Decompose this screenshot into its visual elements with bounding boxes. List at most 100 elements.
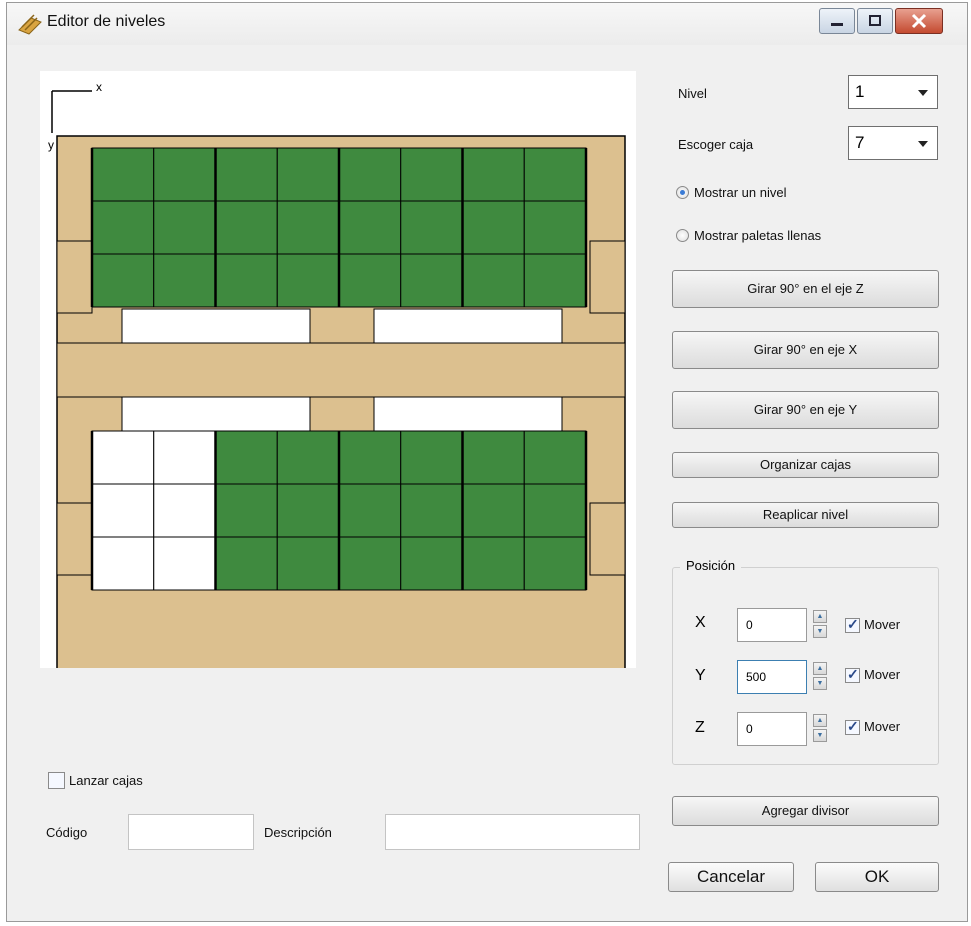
show-full-label: Mostrar paletas llenas	[694, 228, 822, 243]
nivel-value: 1	[855, 82, 865, 101]
minimize-button[interactable]	[819, 8, 855, 34]
top-row-box	[153, 253, 216, 308]
spin-down-icon[interactable]: ▼	[813, 729, 827, 742]
x-spinner[interactable]: ▲ ▼	[813, 610, 827, 640]
z-spinner[interactable]: ▲ ▼	[813, 714, 827, 744]
pallet-gap	[121, 396, 311, 432]
box-select[interactable]: 7	[848, 126, 938, 160]
bottom-row-box	[400, 536, 463, 591]
pallet-block	[56, 240, 93, 314]
add-divider-button[interactable]: Agregar divisor	[672, 796, 939, 826]
top-row-box	[276, 253, 340, 308]
organize-boxes-button[interactable]: Organizar cajas	[672, 452, 939, 478]
x-move-label: Mover	[864, 617, 901, 632]
bottom-row-box	[276, 483, 340, 538]
bottom-row-box	[338, 483, 402, 538]
top-row-box	[523, 200, 587, 255]
top-row-box	[91, 147, 155, 202]
spin-up-icon[interactable]: ▲	[813, 610, 827, 623]
bottom-row-box	[462, 536, 525, 591]
spin-down-icon[interactable]: ▼	[813, 625, 827, 638]
bottom-row-box	[215, 536, 278, 591]
bottom-row-box	[400, 483, 463, 538]
spin-down-icon[interactable]: ▼	[813, 677, 827, 690]
level-canvas[interactable]: x y	[40, 71, 636, 668]
bottom-row-box	[276, 430, 340, 485]
top-row-box	[400, 253, 463, 308]
pallet-block	[589, 502, 626, 576]
pallet-drawing[interactable]: x y	[40, 71, 636, 668]
top-row-box	[338, 253, 402, 308]
bottom-row-box	[91, 483, 155, 538]
box-select-label: Escoger caja	[678, 137, 754, 152]
y-move-label: Mover	[864, 667, 901, 682]
nivel-label: Nivel	[678, 86, 707, 101]
pallet-block	[589, 240, 626, 314]
pallet-block	[56, 502, 93, 576]
top-row-box	[276, 147, 340, 202]
bottom-row-box	[91, 536, 155, 591]
show-level-radio[interactable]	[676, 186, 689, 199]
close-button[interactable]	[895, 8, 943, 34]
show-level-label: Mostrar un nivel	[694, 185, 787, 200]
top-row-box	[276, 200, 340, 255]
bottom-row-box	[523, 430, 587, 485]
top-row-box	[523, 147, 587, 202]
top-row-box	[91, 253, 155, 308]
minimize-icon	[831, 23, 843, 26]
launch-boxes-checkbox[interactable]	[48, 772, 65, 789]
show-full-radio[interactable]	[676, 229, 689, 242]
bottom-row-box	[153, 483, 216, 538]
pallet-deck-board	[56, 342, 626, 398]
bottom-row-box	[523, 536, 587, 591]
top-row-box	[153, 147, 216, 202]
z-move-checkbox[interactable]	[845, 718, 860, 735]
rotate-z-button[interactable]: Girar 90° en el eje Z	[672, 270, 939, 308]
top-row-box	[153, 200, 216, 255]
top-row-box	[462, 253, 525, 308]
maximize-button[interactable]	[857, 8, 893, 34]
bottom-row-box	[462, 430, 525, 485]
x-move-checkbox[interactable]	[845, 616, 860, 633]
chevron-down-icon	[918, 141, 928, 147]
y-axis-label: Y	[695, 667, 706, 684]
x-position-input[interactable]: 0	[737, 608, 807, 642]
pallet-gap	[373, 308, 563, 344]
top-row-box	[462, 200, 525, 255]
chevron-down-icon	[918, 90, 928, 96]
pallet-gap	[121, 308, 311, 344]
top-row-box	[400, 200, 463, 255]
code-label: Código	[46, 825, 88, 840]
description-input[interactable]	[385, 814, 640, 850]
bottom-row-box	[338, 430, 402, 485]
top-row-box	[462, 147, 525, 202]
top-row-box	[338, 200, 402, 255]
top-row-box	[338, 147, 402, 202]
axis-x-label: x	[96, 80, 102, 94]
rotate-y-button[interactable]: Girar 90° en eje Y	[672, 391, 939, 429]
bottom-row-box	[153, 536, 216, 591]
rotate-x-button[interactable]: Girar 90° en eje X	[672, 331, 939, 369]
y-spinner[interactable]: ▲ ▼	[813, 662, 827, 692]
ok-button[interactable]: OK	[815, 862, 939, 892]
bottom-row-box	[215, 430, 278, 485]
window-title: Editor de niveles	[47, 13, 166, 30]
cancel-button[interactable]: Cancelar	[668, 862, 794, 892]
z-position-input[interactable]: 0	[737, 712, 807, 746]
close-icon	[911, 13, 927, 29]
code-input[interactable]	[128, 814, 254, 850]
bottom-row-box	[276, 536, 340, 591]
y-position-input[interactable]: 500	[737, 660, 807, 694]
spin-up-icon[interactable]: ▲	[813, 662, 827, 675]
z-axis-label: Z	[695, 719, 705, 736]
nivel-select[interactable]: 1	[848, 75, 938, 109]
y-move-checkbox[interactable]	[845, 666, 860, 683]
bottom-row-box	[338, 536, 402, 591]
bottom-row-box	[91, 430, 155, 485]
top-row-box	[91, 200, 155, 255]
spin-up-icon[interactable]: ▲	[813, 714, 827, 727]
reapply-level-button[interactable]: Reaplicar nivel	[672, 502, 939, 528]
bottom-row-box	[400, 430, 463, 485]
bottom-row-box	[462, 483, 525, 538]
title-bar: Editor de niveles	[7, 3, 967, 45]
